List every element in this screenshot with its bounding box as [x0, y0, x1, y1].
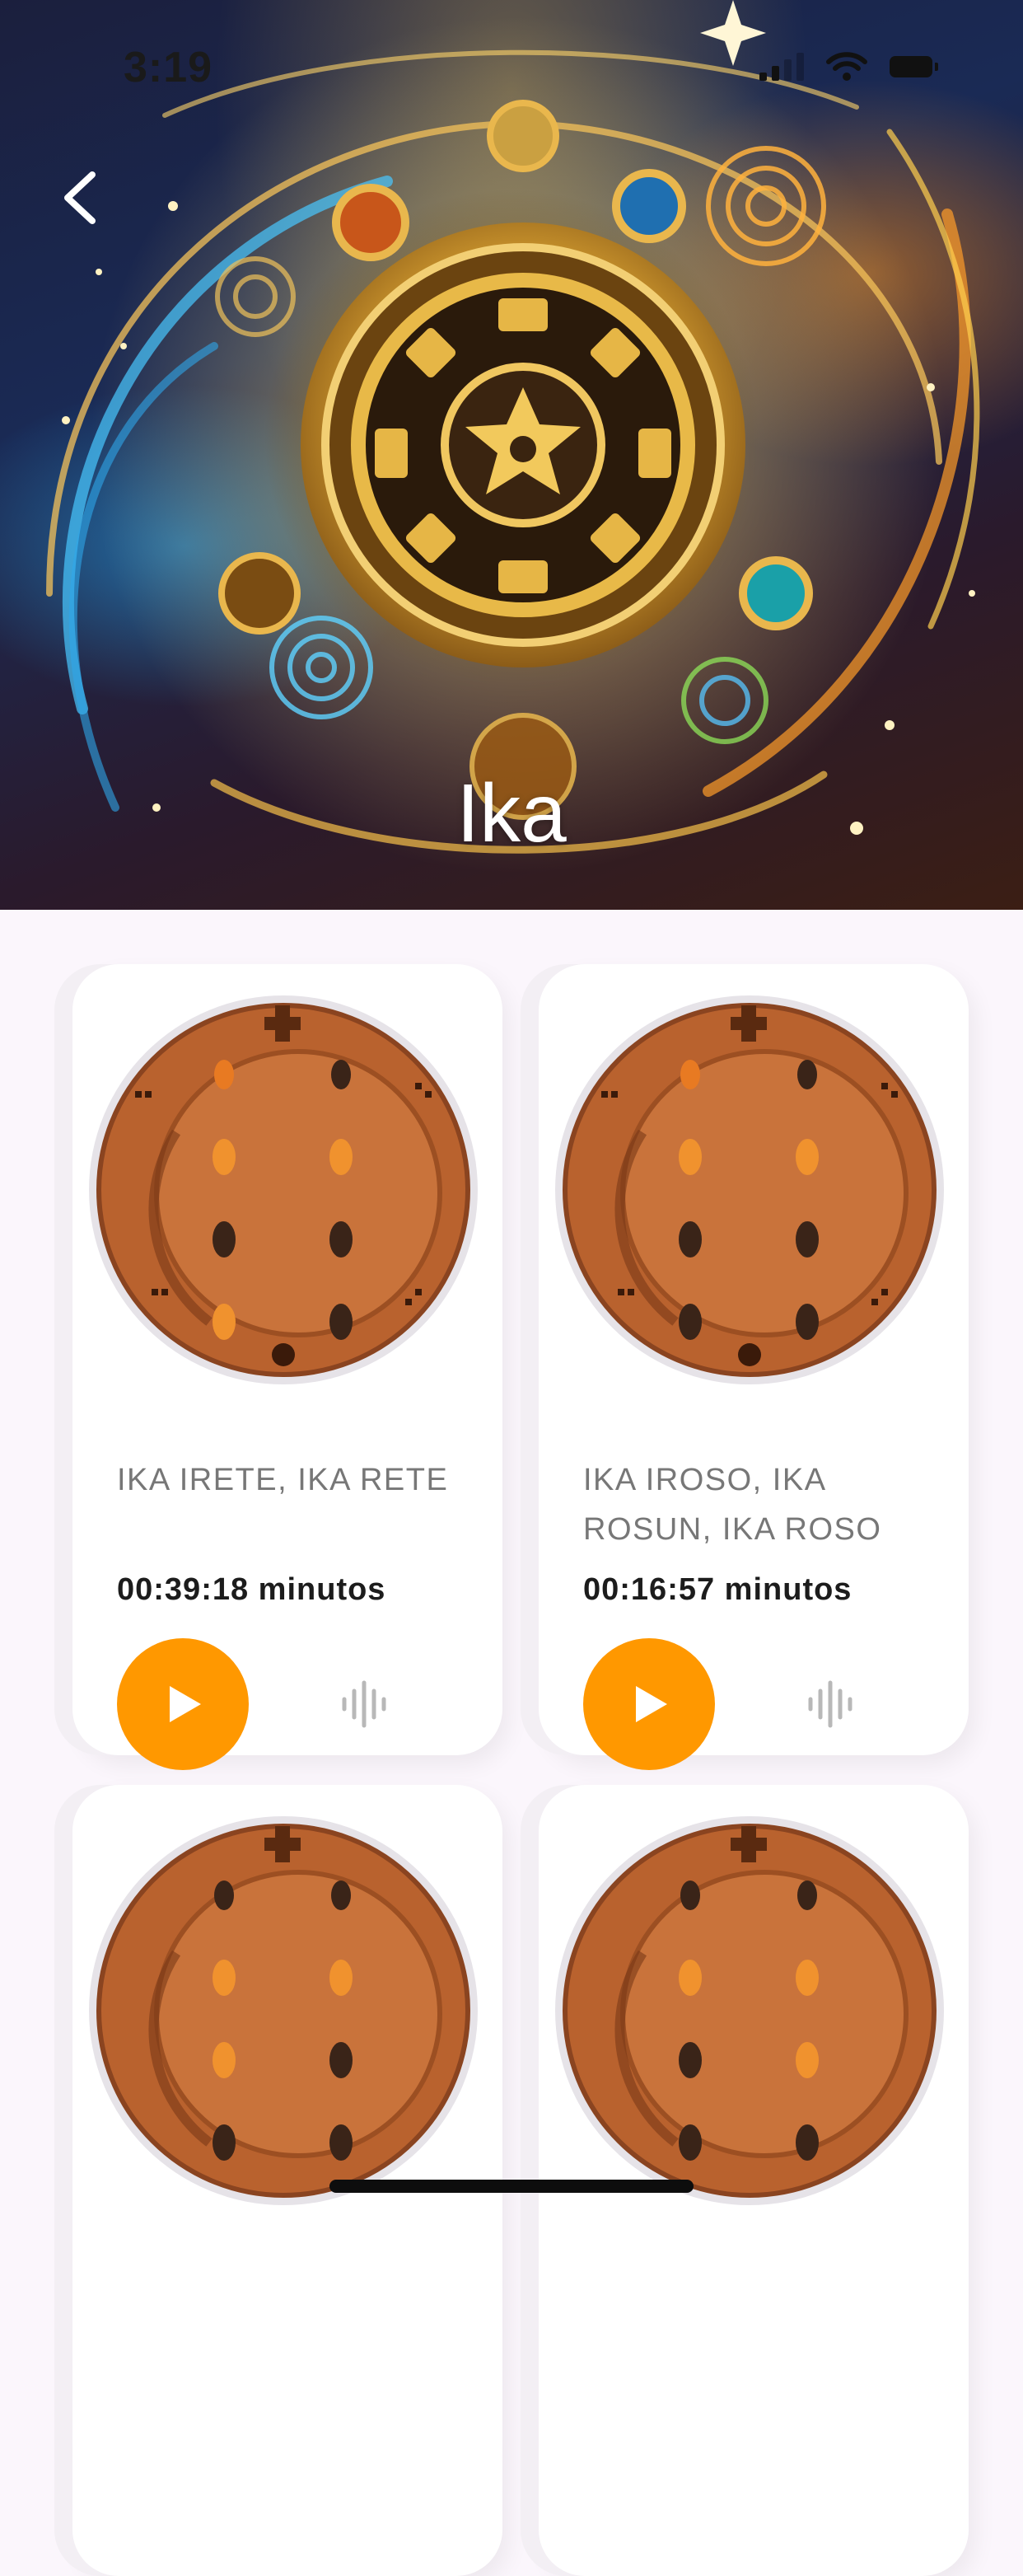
audio-wave-icon[interactable]	[806, 1679, 860, 1729]
play-icon	[170, 1686, 201, 1722]
status-bar: 3:19	[0, 0, 1023, 132]
play-icon	[636, 1686, 667, 1722]
divination-board-image	[555, 1816, 944, 2205]
home-indicator[interactable]	[329, 2180, 694, 2193]
wifi-icon	[826, 52, 867, 81]
status-icons	[759, 51, 938, 82]
divination-board-image	[89, 1816, 478, 2205]
divination-board-image	[89, 995, 478, 1384]
audio-title: IKA IROSO, IKA ROSUN, IKA ROSO	[583, 1463, 882, 1547]
audio-wave-icon[interactable]	[339, 1679, 394, 1729]
audio-card[interactable]: IKA IROSO, IKA ROSUN, IKA ROSO 00:16:57 …	[539, 964, 969, 1770]
status-time: 3:19	[124, 44, 213, 91]
audio-title: IKA IRETE, IKA RETE	[117, 1463, 449, 1497]
back-button[interactable]	[51, 165, 109, 231]
divination-board-image	[555, 995, 944, 1384]
page-title: Ika	[456, 767, 567, 859]
hero-banner: 3:19 Ika	[0, 0, 1023, 910]
audio-duration: 00:39:18 minutos	[117, 1572, 386, 1607]
audio-duration: 00:16:57 minutos	[583, 1572, 852, 1607]
battery-icon	[890, 56, 938, 77]
audio-grid: IKA IRETE, IKA RETE 00:39:18 minutos IKA…	[0, 910, 1023, 2576]
chevron-left-icon	[64, 171, 96, 224]
play-button[interactable]	[583, 1638, 715, 1770]
play-button[interactable]	[117, 1638, 249, 1770]
cellular-signal-icon	[759, 53, 804, 81]
audio-card[interactable]: IKA IRETE, IKA RETE 00:39:18 minutos	[72, 964, 502, 1770]
